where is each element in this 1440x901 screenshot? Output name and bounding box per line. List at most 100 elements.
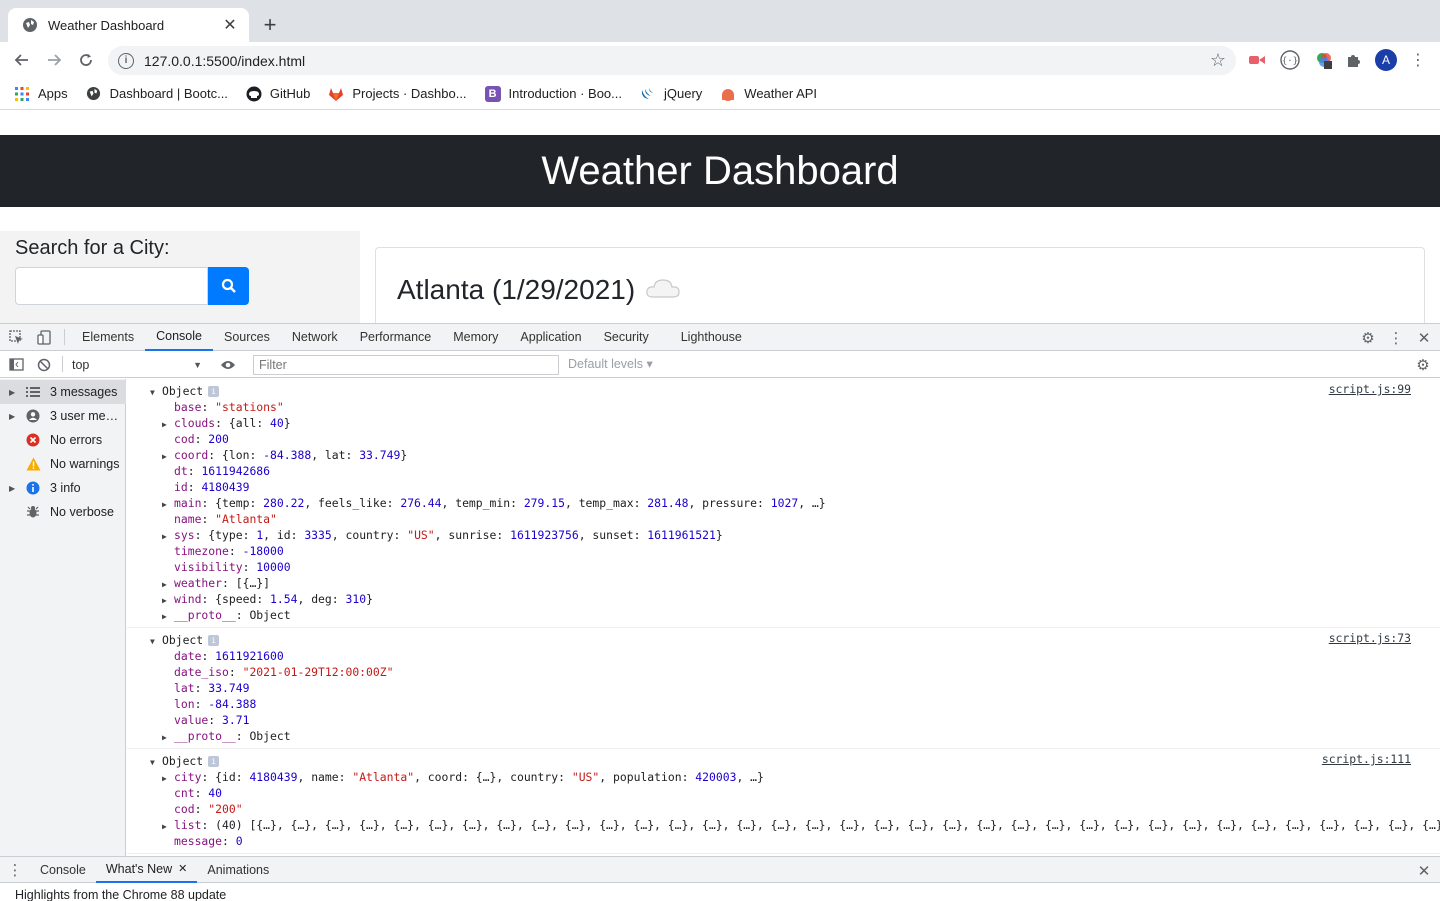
info-badge-icon[interactable]: i	[208, 635, 220, 646]
device-toolbar-icon[interactable]	[30, 324, 58, 351]
address-bar[interactable]: i 127.0.0.1:5500/index.html ☆	[108, 46, 1236, 75]
info-badge-icon[interactable]: i	[208, 756, 220, 767]
console-settings-gear-icon[interactable]: ⚙	[1410, 351, 1436, 378]
inspect-element-icon[interactable]	[2, 324, 30, 351]
object-property[interactable]: ▶ city: {id: 4180439, name: "Atlanta", co…	[162, 769, 764, 785]
forward-button[interactable]	[38, 44, 70, 76]
tab-elements[interactable]: Elements	[71, 324, 145, 351]
source-link[interactable]: script.js:111	[1322, 751, 1411, 767]
extensions-puzzle-icon[interactable]	[1343, 49, 1365, 71]
sidebar-item-warnings[interactable]: No warnings	[0, 452, 126, 476]
object-property[interactable]: ▶ main: {temp: 280.22, feels_like: 276.44…	[162, 495, 826, 511]
extension-color-icon[interactable]	[1313, 49, 1335, 71]
tab-lighthouse[interactable]: Lighthouse	[670, 324, 753, 351]
github-icon	[246, 86, 262, 102]
object-property[interactable]: ▶ sys: {type: 1, id: 3335, country: "US",…	[162, 527, 723, 543]
profile-avatar[interactable]: A	[1375, 49, 1397, 71]
reload-button[interactable]	[70, 44, 102, 76]
browser-menu-icon[interactable]: ⋮	[1407, 49, 1429, 71]
bookmark-weather-api[interactable]: Weather API	[720, 86, 817, 102]
object-property[interactable]: ▶ __proto__: Object	[162, 728, 291, 744]
drawer-tab-console[interactable]: Console	[30, 857, 96, 883]
sidebar-item-verbose[interactable]: No verbose	[0, 500, 126, 524]
object-property: cod: 200	[162, 431, 229, 447]
log-levels-dropdown[interactable]: Default levels ▾	[568, 356, 653, 371]
tab-performance[interactable]: Performance	[349, 324, 443, 351]
sidebar-item-errors[interactable]: No errors	[0, 428, 126, 452]
back-button[interactable]	[6, 44, 38, 76]
context-selector[interactable]: top ▼	[68, 355, 206, 374]
object-header[interactable]: ▼ Object i	[150, 632, 220, 650]
property-key: cnt	[174, 786, 195, 800]
sidebar-item-messages[interactable]: ▶ 3 messages	[0, 380, 126, 404]
bookmark-label: GitHub	[269, 86, 311, 101]
property-key: message	[174, 834, 223, 848]
tab-network[interactable]: Network	[281, 324, 349, 351]
property-key: cod	[174, 802, 195, 816]
collapse-arrow-icon[interactable]: ▼	[150, 385, 162, 401]
extension-video-icon[interactable]	[1246, 49, 1268, 71]
collapse-arrow-icon[interactable]: ▼	[150, 755, 162, 771]
bug-icon	[25, 504, 41, 520]
close-drawer-tab-icon[interactable]: ✕	[178, 862, 187, 875]
drawer-tab-whats-new[interactable]: What's New ✕	[95, 857, 198, 883]
close-drawer-icon[interactable]: ✕	[1411, 857, 1437, 884]
city-search-input[interactable]	[15, 267, 208, 305]
sidebar-item-info[interactable]: ▶ 3 info	[0, 476, 126, 500]
toggle-sidebar-icon[interactable]	[2, 351, 30, 378]
drawer-tab-animations[interactable]: Animations	[197, 857, 279, 883]
property-value: 200	[208, 432, 229, 446]
tab-sources[interactable]: Sources	[213, 324, 281, 351]
tab-security[interactable]: Security	[593, 324, 660, 351]
close-tab-icon[interactable]: ✕	[221, 16, 239, 34]
bookmark-bootstrap[interactable]: B Introduction · Boo...	[484, 85, 622, 102]
site-info-icon[interactable]: i	[118, 52, 134, 69]
object-property[interactable]: ▶ list: (40) [{…}, {…}, {…}, {…}, {…}, {……	[162, 817, 1440, 833]
expand-arrow-icon[interactable]: ▶	[162, 730, 174, 746]
tab-application[interactable]: Application	[509, 324, 592, 351]
search-button[interactable]	[208, 267, 249, 305]
object-property[interactable]: ▶ coord: {lon: -84.388, lat: 33.749}	[162, 447, 407, 463]
devtools-menu-icon[interactable]: ⋮	[1383, 324, 1409, 351]
source-link[interactable]: script.js:73	[1329, 630, 1411, 646]
close-devtools-icon[interactable]: ✕	[1411, 324, 1437, 351]
page-header: Weather Dashboard	[0, 135, 1440, 207]
expand-arrow-icon[interactable]: ▶	[162, 609, 174, 625]
sidebar-item-user-messages[interactable]: ▶ 3 user mes…	[0, 404, 126, 428]
bookmark-star-icon[interactable]: ☆	[1210, 50, 1226, 71]
collapse-arrow-icon[interactable]: ▼	[150, 634, 162, 650]
tab-memory[interactable]: Memory	[442, 324, 509, 351]
object-property[interactable]: ▶ __proto__: Object	[162, 607, 291, 623]
source-link[interactable]: script.js:99	[1329, 381, 1411, 397]
object-header[interactable]: ▼ Object i	[150, 383, 220, 401]
key-separator: :	[194, 802, 209, 816]
live-expression-eye-icon[interactable]	[214, 351, 242, 378]
object-property[interactable]: ▶ weather: [{…}]	[162, 575, 270, 591]
bookmark-dashboard[interactable]: Dashboard | Bootc...	[86, 86, 228, 102]
drawer-menu-icon[interactable]: ⋮	[0, 856, 30, 883]
object-property[interactable]: ▶ clouds: {all: 40}	[162, 415, 291, 431]
object-property: id: 4180439	[162, 479, 249, 495]
property-key: date_iso	[174, 665, 229, 679]
property-value: 40	[208, 786, 223, 800]
key-separator: :	[235, 608, 250, 622]
object-property[interactable]: ▶ wind: {speed: 1.54, deg: 310}	[162, 591, 373, 607]
new-tab-button[interactable]: +	[258, 12, 282, 37]
console-message: script.js:73 ▼ Object i date: 1611921600 date…	[127, 628, 1440, 749]
bookmark-apps[interactable]: Apps	[14, 86, 68, 102]
clear-console-icon[interactable]	[30, 351, 58, 378]
reload-icon	[80, 54, 92, 66]
bookmark-gitlab[interactable]: Projects · Dashbo...	[328, 86, 467, 102]
object-label: Object	[162, 633, 204, 647]
info-badge-icon[interactable]: i	[208, 386, 220, 397]
bookmark-jquery[interactable]: jQuery	[640, 86, 702, 102]
settings-gear-icon[interactable]: ⚙	[1355, 324, 1381, 351]
browser-tab[interactable]: Weather Dashboard ✕	[8, 8, 249, 42]
tab-console[interactable]: Console	[145, 324, 213, 351]
key-separator: :	[201, 649, 216, 663]
object-header[interactable]: ▼ Object i	[150, 753, 220, 771]
console-filter-input[interactable]: Filter	[253, 355, 559, 375]
bookmark-github[interactable]: GitHub	[246, 86, 310, 102]
context-value: top	[72, 357, 90, 372]
extension-code-icon[interactable]: {·}	[1279, 49, 1301, 71]
